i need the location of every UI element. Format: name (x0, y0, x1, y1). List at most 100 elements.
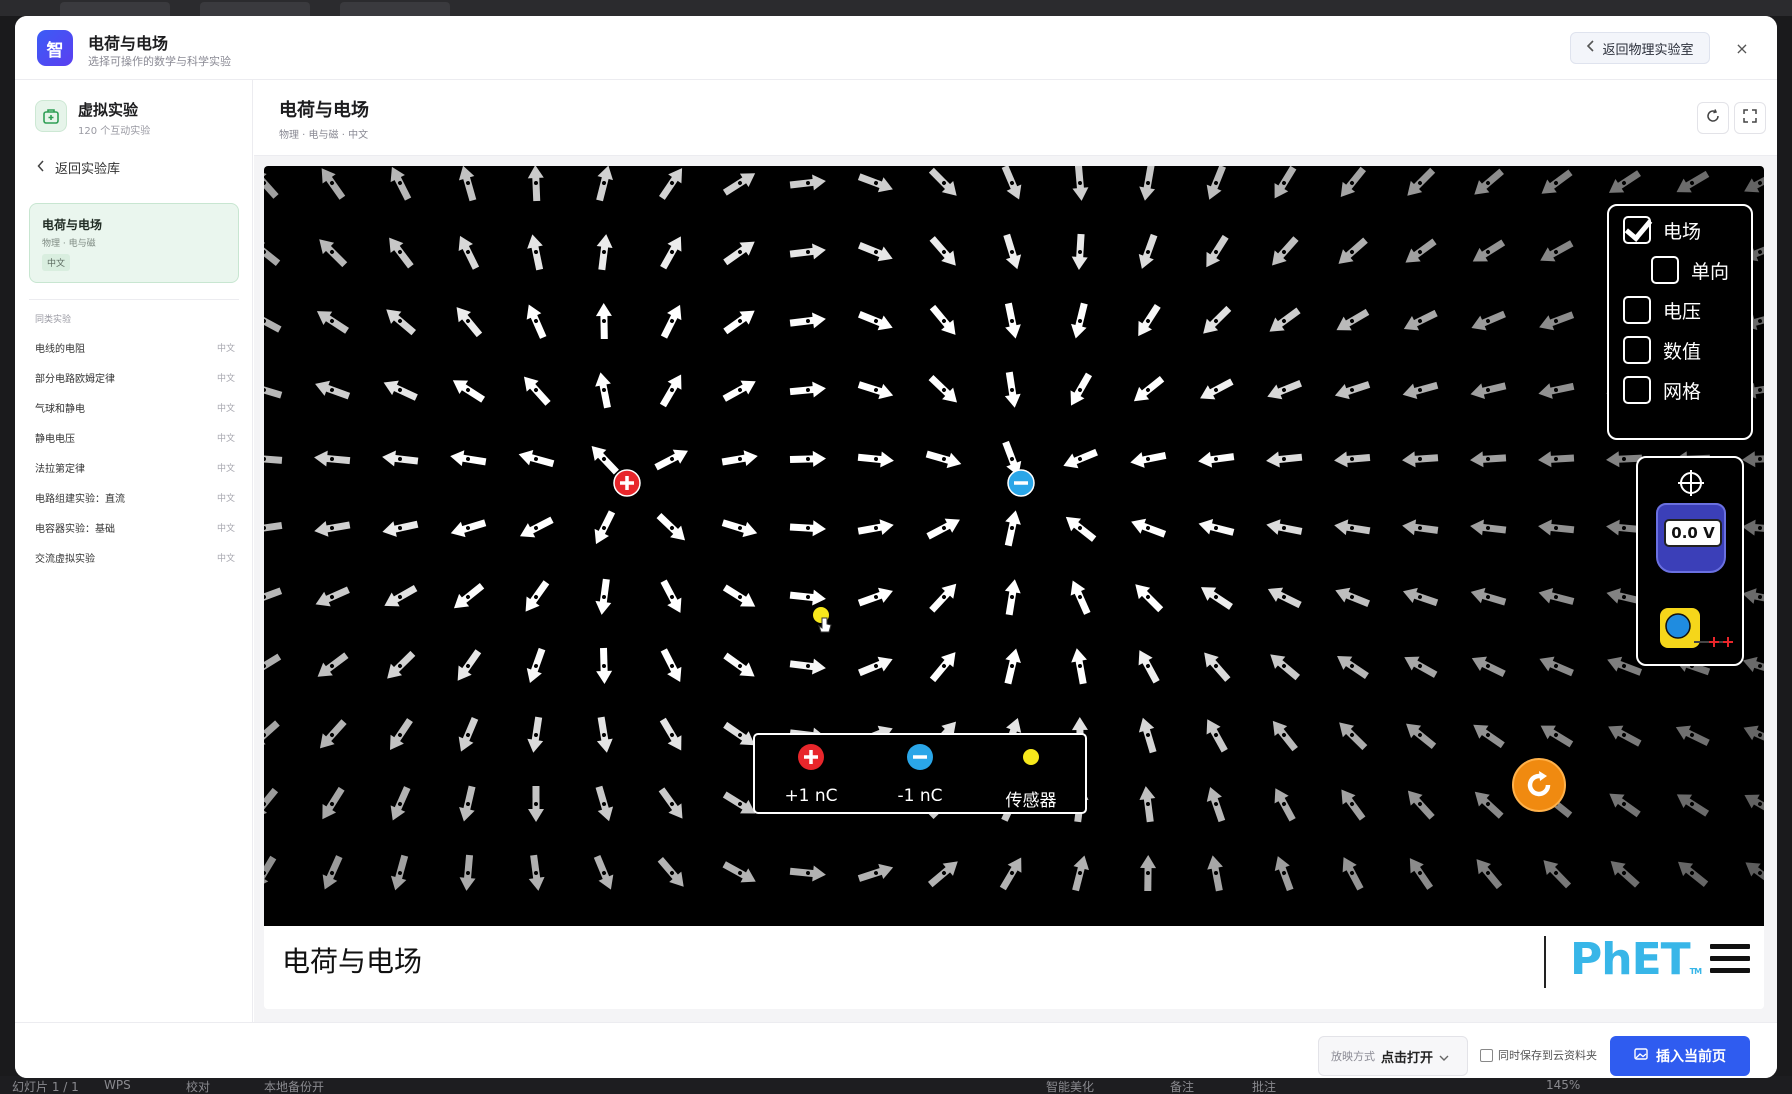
back-to-library-link[interactable]: 返回实验库 (37, 158, 120, 177)
charge-toolbox: +1 nC -1 nC 传感器 (753, 733, 1087, 814)
direction-only-toggle[interactable]: 单向 (1651, 256, 1729, 284)
values-toggle[interactable]: 数值 (1623, 336, 1701, 364)
list-item[interactable]: 电容器实验：基础 中文 (35, 512, 235, 542)
similar-experiments-list: 电线的电阻 中文 部分电路欧姆定律 中文 气球和静电 中文 静电电压 中文 法拉第定律中… (35, 332, 235, 572)
sensor-source[interactable]: 传感器 (981, 743, 1081, 811)
list-item-label: 法拉第定律 (35, 463, 85, 475)
voltage-toggle[interactable]: 电压 (1623, 296, 1701, 324)
electric-field-toggle[interactable]: 电场 (1623, 216, 1701, 244)
save-to-cloud-checkbox[interactable] (1480, 1048, 1493, 1062)
list-item-lang: 中文 (216, 373, 235, 384)
electric-field-label: 电场 (1663, 220, 1702, 243)
navbar-divider (1544, 936, 1546, 988)
similar-experiments-heading: 同类实验 (35, 315, 72, 325)
phet-logo-text: PhET (1570, 934, 1691, 985)
reset-all-button[interactable] (1512, 758, 1566, 812)
reset-icon (1527, 771, 1551, 797)
play-mode-key: 放映方式 (1331, 1050, 1375, 1063)
positive-charge-source[interactable]: +1 nC (761, 743, 861, 806)
list-item[interactable]: 电线的电阻 中文 (35, 332, 235, 362)
image-icon (1634, 1048, 1648, 1064)
voltage-checkbox[interactable] (1623, 296, 1651, 324)
grid-toggle[interactable]: 网格 (1623, 376, 1701, 404)
reload-button[interactable] (1697, 102, 1729, 134)
positive-charge-icon (798, 744, 824, 770)
status-slide-count: 幻灯片 1 / 1 (12, 1080, 79, 1094)
list-item[interactable]: 静电电压 中文 (35, 422, 235, 452)
modal-subtitle: 选择可操作的数学与科学实验 (88, 55, 231, 68)
list-item-lang: 中文 (216, 523, 235, 534)
page-meta: 物理 · 电与磁 · 中文 (279, 130, 369, 141)
list-item-label: 交流虚拟实验 (35, 553, 95, 565)
sensor-icon (1023, 749, 1039, 765)
status-proof[interactable]: 校对 (186, 1078, 210, 1094)
insert-current-page-label: 插入当前页 (1656, 1049, 1726, 1065)
simulation-title: 电荷与电场 (282, 945, 423, 978)
close-icon[interactable]: × (1732, 38, 1752, 58)
current-experiment-meta: 物理 · 电与磁 (42, 239, 96, 249)
status-beautify[interactable]: 智能美化 (1046, 1078, 1094, 1094)
list-item-label: 气球和静电 (35, 403, 85, 415)
chevron-down-icon (1439, 1047, 1449, 1066)
fullscreen-button[interactable] (1734, 102, 1766, 134)
desktop-tab[interactable] (60, 2, 170, 16)
list-item-label: 电容器实验：基础 (35, 523, 115, 535)
play-mode-select[interactable]: 放映方式 点击打开 (1318, 1036, 1468, 1076)
measuring-tape-icon[interactable] (1656, 606, 1736, 650)
voltmeter[interactable]: 0.0 V (1656, 503, 1726, 573)
back-to-physics-lab-button[interactable]: 返回物理实验室 (1570, 32, 1710, 64)
experiment-modal: 智 电荷与电场 选择可操作的数学与科学实验 返回物理实验室 × 虚拟实验 120… (15, 16, 1777, 1078)
list-item-label: 电路组建实验：直流 (35, 493, 125, 505)
voltmeter-readout: 0.0 V (1664, 519, 1722, 547)
status-zoom[interactable]: 145% (1546, 1078, 1580, 1092)
electric-field-checkbox[interactable] (1623, 216, 1651, 244)
direction-only-checkbox[interactable] (1651, 256, 1679, 284)
desktop-tab[interactable] (200, 2, 310, 16)
phet-logo[interactable]: PhETTM (1570, 934, 1702, 985)
save-to-cloud-option[interactable]: 同时保存到云资料夹 (1480, 1047, 1597, 1063)
list-item[interactable]: 法拉第定律 中文 (35, 452, 235, 482)
app-logo: 智 (37, 30, 73, 66)
values-checkbox[interactable] (1623, 336, 1651, 364)
chevron-left-icon (37, 159, 45, 176)
current-experiment-lang-tag: 中文 (42, 254, 71, 271)
list-item[interactable]: 交流虚拟实验 中文 (35, 542, 235, 572)
status-wps[interactable]: WPS (104, 1078, 131, 1092)
grid-label: 网格 (1663, 380, 1702, 403)
status-backup[interactable]: 本地备份开 (264, 1078, 324, 1094)
negative-charge[interactable] (1007, 469, 1035, 497)
grid-checkbox[interactable] (1623, 376, 1651, 404)
status-notes[interactable]: 备注 (1170, 1078, 1194, 1094)
positive-charge[interactable] (613, 469, 641, 497)
sidebar-experiment-count: 120 个互动实验 (78, 126, 151, 137)
negative-charge-source[interactable]: -1 nC (870, 743, 970, 806)
negative-charge-icon (907, 744, 933, 770)
sidebar-divider (29, 299, 239, 300)
voltage-label: 电压 (1663, 300, 1702, 323)
list-item-lang: 中文 (216, 463, 235, 474)
list-item-lang: 中文 (216, 553, 235, 564)
back-to-library-label: 返回实验库 (55, 162, 121, 177)
list-item[interactable]: 电路组建实验：直流 中文 (35, 482, 235, 512)
values-label: 数值 (1663, 340, 1702, 363)
main-header: 电荷与电场 物理 · 电与磁 · 中文 (254, 80, 1777, 156)
negative-charge-label: -1 nC (897, 786, 943, 806)
list-item[interactable]: 气球和静电 中文 (35, 392, 235, 422)
modal-footer: 放映方式 点击打开 同时保存到云资料夹 插入当前页 (15, 1022, 1777, 1078)
phet-simulation: 电场 单向 电压 数值 网格 0.0 V +1 nC -1 nC 传感器 电荷与… (264, 166, 1764, 1009)
current-experiment-card[interactable]: 电荷与电场 物理 · 电与磁 中文 (29, 203, 239, 283)
save-to-cloud-label: 同时保存到云资料夹 (1498, 1049, 1597, 1062)
menu-icon[interactable] (1710, 944, 1750, 978)
desktop-tab[interactable] (340, 2, 450, 16)
positive-charge-label: +1 nC (784, 786, 838, 806)
list-item[interactable]: 部分电路欧姆定律 中文 (35, 362, 235, 392)
crosshair-icon[interactable] (1676, 468, 1706, 498)
sidebar: 虚拟实验 120 个互动实验 返回实验库 电荷与电场 物理 · 电与磁 中文 同… (15, 80, 253, 1022)
insert-current-page-button[interactable]: 插入当前页 (1610, 1036, 1750, 1076)
simulation-canvas[interactable]: 电场 单向 电压 数值 网格 0.0 V +1 nC -1 nC 传感器 (264, 166, 1764, 926)
tools-panel: 0.0 V (1636, 456, 1744, 666)
list-item-lang: 中文 (216, 343, 235, 354)
status-comments[interactable]: 批注 (1252, 1078, 1276, 1094)
list-item-lang: 中文 (216, 403, 235, 414)
modal-title: 电荷与电场 (88, 34, 169, 53)
